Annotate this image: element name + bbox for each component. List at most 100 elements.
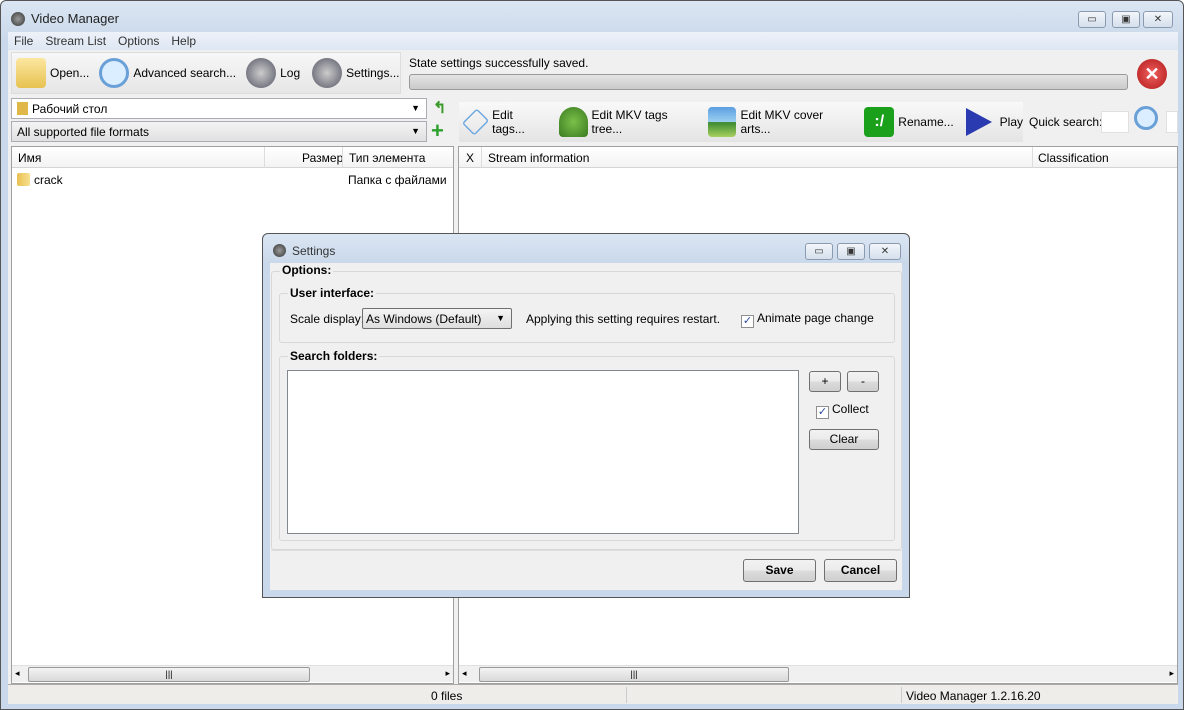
search-icon[interactable] [1134, 106, 1158, 130]
settings-dialog: Settings ▭ ▣ ✕ Options: User interface: … [262, 233, 910, 598]
stream-list-header: X Stream information Classification [459, 147, 1177, 168]
column-classification[interactable]: Classification [1038, 151, 1109, 165]
play-button[interactable]: Play [965, 108, 1023, 136]
scroll-right-icon[interactable]: ▸ [1169, 668, 1174, 679]
status-divider [901, 687, 902, 703]
tree-icon [558, 107, 588, 137]
file-list-header: Имя Размер Тип элемента [12, 147, 453, 168]
scroll-left-icon[interactable]: ◂ [462, 668, 467, 679]
horizontal-scrollbar[interactable]: ◂ ||| ▸ [12, 665, 453, 682]
search-folders-list[interactable] [287, 370, 799, 534]
file-count: 0 files [431, 689, 463, 703]
save-button[interactable]: Save [743, 559, 816, 582]
rename-icon: :/ [864, 107, 895, 137]
dialog-body: Options: User interface: Scale display: … [270, 263, 902, 590]
menu-file[interactable]: File [8, 32, 39, 48]
remove-folder-button[interactable]: - [847, 371, 879, 392]
collect-checkbox[interactable]: ✓ Collect [816, 402, 869, 419]
scroll-thumb[interactable]: ||| [28, 667, 310, 682]
advanced-search-label: Advanced search... [133, 66, 237, 80]
rename-button[interactable]: :/Rename... [864, 107, 954, 137]
filter-value: All supported file formats [17, 125, 150, 139]
menu-bar: File Stream List Options Help [8, 32, 1178, 50]
edit-tags-button[interactable]: Edit tags... [461, 107, 547, 137]
advanced-search-button[interactable]: Advanced search... [99, 58, 236, 88]
settings-button[interactable]: Settings... [312, 58, 400, 88]
animate-page-change-checkbox[interactable]: ✓ Animate page change [741, 311, 874, 328]
location-combo[interactable]: Рабочий стол ▼ [11, 98, 427, 119]
chevron-down-icon: ▼ [411, 126, 420, 136]
location-value: Рабочий стол [32, 102, 108, 116]
folder-icon [17, 173, 30, 186]
folder-icon [16, 58, 46, 88]
rename-label: Rename... [898, 115, 954, 129]
scroll-left-icon[interactable]: ◂ [15, 668, 20, 679]
dialog-maximize-button[interactable]: ▣ [837, 243, 865, 260]
column-divider [342, 147, 343, 168]
tag-icon [461, 108, 490, 136]
stream-toolbar: Edit tags... Edit MKV tags tree... Edit … [459, 102, 1023, 142]
close-button[interactable]: ✕ [1143, 11, 1173, 28]
chevron-down-icon: ▼ [411, 103, 420, 113]
menu-help[interactable]: Help [165, 32, 202, 48]
options-label: Options: [280, 263, 334, 277]
magnifier-icon [99, 58, 130, 88]
edit-mkv-tree-label: Edit MKV tags tree... [591, 108, 668, 136]
status-message: State settings successfully saved. [409, 56, 589, 70]
column-size[interactable]: Размер [302, 151, 343, 165]
column-divider [1032, 147, 1033, 168]
menu-options[interactable]: Options [112, 32, 165, 48]
log-button[interactable]: Log [246, 58, 300, 88]
status-bar: 0 files Video Manager 1.2.16.20 [8, 684, 1178, 704]
quick-search-label: Quick search: [1029, 115, 1103, 129]
column-x[interactable]: X [466, 151, 474, 165]
dialog-title: Settings [292, 244, 336, 258]
progress-bar [409, 74, 1128, 90]
open-button[interactable]: Open... [16, 58, 89, 88]
main-toolbar: Open... Advanced search... Log Settings.… [11, 52, 401, 94]
dialog-minimize-button[interactable]: ▭ [805, 243, 833, 260]
chevron-down-icon: ▼ [496, 313, 505, 323]
checkbox-checked-icon: ✓ [741, 315, 754, 328]
table-row[interactable]: crack Папка с файлами [12, 171, 453, 189]
quick-search-input[interactable] [1101, 111, 1129, 133]
clear-button[interactable]: Clear [809, 429, 879, 450]
scale-display-combo[interactable]: As Windows (Default) ▼ [362, 308, 512, 329]
cancel-button[interactable]: Cancel [824, 559, 897, 582]
column-name[interactable]: Имя [18, 151, 41, 165]
gears-icon [312, 58, 343, 88]
add-folder-button[interactable]: + [809, 371, 841, 392]
checkbox-checked-icon: ✓ [816, 406, 829, 419]
animate-label: Animate page change [757, 311, 874, 325]
edit-mkv-cover-button[interactable]: Edit MKV cover arts... [707, 107, 853, 137]
horizontal-scrollbar[interactable]: ◂ ||| ▸ [459, 665, 1177, 682]
scroll-right-icon[interactable]: ▸ [445, 668, 450, 679]
scale-display-label: Scale display: [290, 312, 365, 326]
maximize-button[interactable]: ▣ [1112, 11, 1140, 28]
filter-combo[interactable]: All supported file formats ▼ [11, 121, 427, 142]
minimize-button[interactable]: ▭ [1078, 11, 1106, 28]
play-label: Play [999, 115, 1023, 129]
stop-button[interactable]: ✕ [1137, 59, 1167, 89]
scroll-thumb[interactable]: ||| [479, 667, 789, 682]
open-label: Open... [50, 66, 90, 80]
column-stream-info[interactable]: Stream information [488, 151, 589, 165]
dialog-close-button[interactable]: ✕ [869, 243, 901, 260]
gear-clock-icon [246, 58, 277, 88]
quick-search-extra-input[interactable] [1166, 111, 1178, 133]
go-up-icon[interactable]: ↰ [433, 98, 446, 118]
edit-mkv-tree-button[interactable]: Edit MKV tags tree... [558, 107, 698, 137]
restart-note: Applying this setting requires restart. [526, 312, 721, 326]
column-type[interactable]: Тип элемента [349, 151, 425, 165]
add-icon[interactable]: + [431, 118, 444, 144]
version-label: Video Manager 1.2.16.20 [906, 689, 1041, 703]
search-folders-label: Search folders: [288, 349, 380, 363]
log-label: Log [280, 66, 301, 80]
menu-stream-list[interactable]: Stream List [39, 32, 112, 48]
picture-icon [707, 107, 737, 137]
scale-display-value: As Windows (Default) [366, 312, 482, 326]
edit-mkv-cover-label: Edit MKV cover arts... [740, 108, 824, 136]
collect-label: Collect [832, 402, 869, 416]
user-interface-label: User interface: [288, 286, 377, 300]
app-icon [273, 244, 286, 257]
